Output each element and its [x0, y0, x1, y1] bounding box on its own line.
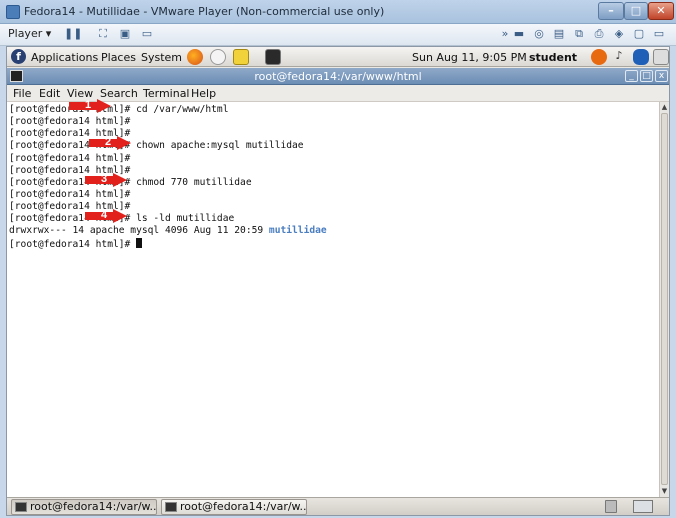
volume-icon[interactable]: ♪ [611, 49, 627, 65]
system-menu[interactable]: System [141, 51, 182, 64]
directory-name: mutillidae [268, 225, 327, 237]
annotation-arrow-1: 1 [69, 99, 111, 113]
menu-file[interactable]: File [13, 87, 31, 100]
taskbar-item-label: root@fedora14:/var/w... [30, 500, 157, 513]
menu-terminal[interactable]: Terminal [143, 87, 190, 100]
player-menu-button[interactable]: Player ▾ [8, 27, 51, 40]
usb-icon[interactable]: ◈ [612, 27, 626, 41]
terminal-icon [15, 502, 27, 512]
fedora-logo-icon[interactable]: f [11, 49, 26, 64]
terminal-icon [165, 502, 177, 512]
floppy-icon[interactable]: ▤ [552, 27, 566, 41]
panel-clock[interactable]: Sun Aug 11, 9:05 PM [412, 51, 527, 64]
menu-edit[interactable]: Edit [39, 87, 60, 100]
screen-icon[interactable]: ▭ [652, 27, 666, 41]
message-icon[interactable]: ▢ [632, 27, 646, 41]
terminal-close-button[interactable]: x [655, 70, 668, 82]
terminal-minimize-button[interactable]: _ [625, 70, 638, 82]
annotation-arrow-3: 3 [85, 173, 127, 187]
terminal-line: [root@fedora14 html]# [9, 188, 131, 200]
fullscreen-icon[interactable]: ▣ [118, 27, 132, 41]
taskbar-item[interactable]: root@fedora14:/var/w... [11, 499, 157, 515]
vmware-window-title: Fedora14 - Mutillidae - VMware Player (N… [24, 5, 385, 18]
bluetooth-icon[interactable] [633, 49, 649, 65]
pause-icon[interactable]: ❚❚ [64, 27, 82, 41]
vmware-titlebar: Fedora14 - Mutillidae - VMware Player (N… [0, 0, 676, 24]
annotation-number: 3 [101, 173, 108, 185]
annotation-arrow-2: 2 [89, 136, 131, 150]
terminal-output[interactable]: [root@fedora14 html]# cd /var/www/html [… [7, 102, 659, 497]
vmware-app-icon [6, 5, 20, 19]
terminal-cursor [136, 237, 143, 248]
ls-output-details: drwxrwx--- 14 apache mysql 4096 Aug 11 2… [9, 225, 269, 237]
annotation-number: 2 [105, 136, 112, 148]
firefox-icon[interactable] [187, 49, 203, 65]
terminal-launcher-icon[interactable] [265, 49, 281, 65]
network-status-icon[interactable] [653, 49, 669, 65]
taskbar-item-label: root@fedora14:/var/w... [180, 500, 307, 513]
network-icon[interactable]: ⛶ [96, 27, 110, 41]
update-notifier-icon[interactable] [591, 49, 607, 65]
gnome-bottom-panel: root@fedora14:/var/w... root@fedora14:/v… [7, 497, 669, 515]
scroll-down-arrow-icon[interactable]: ▼ [660, 486, 669, 496]
terminal-maximize-button[interactable]: □ [640, 70, 653, 82]
hard-disk-icon[interactable]: ▬ [512, 27, 526, 41]
annotation-number: 4 [101, 209, 108, 221]
trash-icon[interactable] [605, 500, 617, 513]
applications-menu[interactable]: Applications [31, 51, 98, 64]
terminal-prompt: [root@fedora14 html]# [9, 238, 137, 250]
places-menu[interactable]: Places [101, 51, 136, 64]
annotation-arrow-4: 4 [85, 209, 127, 223]
terminal-titlebar: root@fedora14:/var/www/html _ □ x [7, 68, 669, 85]
mail-icon[interactable] [210, 49, 226, 65]
terminal-scrollbar[interactable]: ▲ ▼ [659, 102, 669, 497]
vmware-toolbar: Player ▾ ❚❚ ⛶ ▣ ▭ » ▬ ◎ ▤ ⧉ ⎙ ◈ ▢ ▭ [0, 24, 676, 46]
minimize-button[interactable]: – [598, 2, 624, 20]
maximize-button[interactable]: □ [624, 2, 648, 20]
close-button[interactable]: ✕ [648, 2, 674, 20]
terminal-line: [root@fedora14 html]# [9, 152, 131, 164]
guest-desktop: f Applications Places System Sun Aug 11,… [6, 46, 670, 516]
ls-output-line: drwxrwx--- 14 apache mysql 4096 Aug 11 2… [9, 225, 659, 237]
panel-user[interactable]: student [529, 51, 577, 64]
scroll-up-arrow-icon[interactable]: ▲ [660, 102, 669, 112]
printer-icon[interactable]: ⎙ [592, 27, 606, 41]
terminal-title: root@fedora14:/var/www/html [254, 70, 422, 83]
terminal-prompt-line: [root@fedora14 html]# [9, 237, 659, 250]
unity-icon[interactable]: ▭ [140, 27, 154, 41]
more-devices-icon[interactable]: » [498, 27, 512, 41]
network-adapter-icon[interactable]: ⧉ [572, 27, 586, 41]
gnome-top-panel: f Applications Places System Sun Aug 11,… [7, 47, 669, 67]
menu-help[interactable]: Help [191, 87, 216, 100]
taskbar-item[interactable]: root@fedora14:/var/w... [161, 499, 307, 515]
terminal-line: [root@fedora14 html]# [9, 116, 131, 128]
text-editor-icon[interactable] [233, 49, 249, 65]
workspace-switcher[interactable] [633, 500, 653, 513]
cd-icon[interactable]: ◎ [532, 27, 546, 41]
annotation-number: 1 [85, 99, 92, 111]
scrollbar-thumb[interactable] [661, 113, 668, 485]
